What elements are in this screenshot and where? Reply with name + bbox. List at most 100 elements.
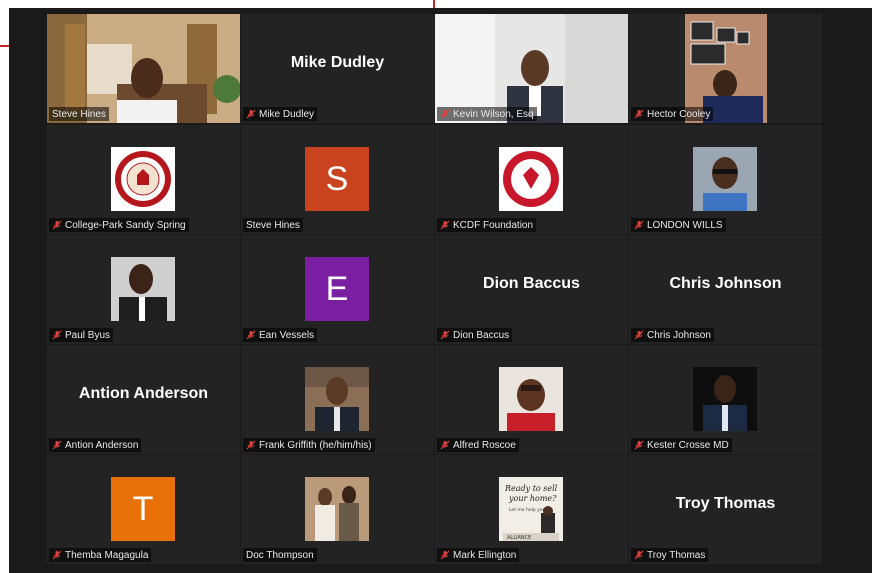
participant-tile[interactable]: E Ean Vessels [241, 235, 434, 344]
participant-name: Kester Crosse MD [647, 439, 729, 451]
profile-photo [499, 367, 563, 431]
participant-name: Troy Thomas [647, 549, 706, 561]
profile-photo [693, 367, 757, 431]
profile-photo: Ready to sell your home? Let me help you… [499, 477, 563, 541]
participant-tile[interactable]: Doc Thompson [241, 455, 434, 564]
mic-muted-icon [52, 440, 62, 450]
participant-display-name: Dion Baccus [483, 275, 580, 292]
participant-tile[interactable]: LONDON WILLS [629, 125, 822, 234]
participant-name: Alfred Roscoe [453, 439, 516, 451]
participant-tile[interactable]: T Themba Magagula [47, 455, 240, 564]
participant-tile[interactable]: Kester Crosse MD [629, 345, 822, 454]
mic-muted-icon [440, 440, 450, 450]
participant-display-name: Troy Thomas [675, 495, 776, 512]
realtor-line-3: Let me help you! [509, 507, 547, 513]
participant-name-tag: Doc Thompson [243, 548, 317, 562]
participant-name-tag: Steve Hines [49, 107, 109, 121]
profile-photo [305, 367, 369, 431]
participant-name: College-Park Sandy Spring [65, 219, 186, 231]
profile-photo [305, 477, 369, 541]
participant-tile[interactable]: Paul Byus [47, 235, 240, 344]
organization-logo [499, 147, 563, 211]
participant-name-tag: Hector Cooley [631, 107, 714, 121]
participant-tile[interactable]: Alfred Roscoe [435, 345, 628, 454]
participant-name: Steve Hines [246, 219, 300, 231]
participant-name: Steve Hines [52, 108, 106, 120]
mic-muted-icon [634, 550, 644, 560]
participant-name-tag: LONDON WILLS [631, 218, 726, 232]
mic-muted-icon [246, 330, 256, 340]
participant-name: Mike Dudley [259, 108, 315, 120]
avatar-letter: E [305, 257, 369, 321]
participant-name-tag: Antion Anderson [49, 438, 142, 452]
participant-tile[interactable]: Steve Hines [47, 14, 240, 123]
participant-name-tag: Steve Hines [243, 218, 303, 232]
mic-muted-icon [634, 109, 644, 119]
realtor-line-2: your home? [508, 494, 557, 503]
realtor-brand: ALLIANCE [507, 535, 531, 541]
participant-display-name: Mike Dudley [290, 54, 385, 71]
participant-tile[interactable]: Troy Thomas Troy Thomas [629, 455, 822, 564]
participant-tile[interactable]: Chris Johnson Chris Johnson [629, 235, 822, 344]
participant-name-tag: Troy Thomas [631, 548, 709, 562]
participant-name: Frank Griffith (he/him/his) [259, 439, 372, 451]
participant-tile[interactable]: Frank Griffith (he/him/his) [241, 345, 434, 454]
mic-muted-icon [634, 330, 644, 340]
participant-name: Mark Ellington [453, 549, 517, 561]
participant-tile[interactable]: Ready to sell your home? Let me help you… [435, 455, 628, 564]
participant-name-tag: Paul Byus [49, 328, 114, 342]
participant-name: Chris Johnson [647, 329, 711, 341]
participant-name-tag: Dion Baccus [437, 328, 513, 342]
participant-name: Doc Thompson [246, 549, 314, 561]
participant-name-tag: Alfred Roscoe [437, 438, 519, 452]
participant-name: Dion Baccus [453, 329, 510, 341]
mic-muted-icon [440, 109, 450, 119]
participant-tile[interactable]: Hector Cooley [629, 14, 822, 123]
avatar-letter: S [305, 147, 369, 211]
participant-name: Paul Byus [65, 329, 111, 341]
participant-tile[interactable]: Kevin Wilson, Esq [435, 14, 628, 123]
participant-name-tag: Ean Vessels [243, 328, 318, 342]
participant-name: LONDON WILLS [647, 219, 723, 231]
participant-name: Hector Cooley [647, 108, 711, 120]
participant-tile[interactable]: S Steve Hines [241, 125, 434, 234]
participant-name-tag: Kester Crosse MD [631, 438, 732, 452]
participant-name: KCDF Foundation [453, 219, 534, 231]
mic-muted-icon [440, 330, 450, 340]
realtor-line-1: Ready to sell [504, 484, 558, 493]
mic-muted-icon [440, 220, 450, 230]
mic-muted-icon [52, 550, 62, 560]
gallery-view: Steve Hines Mike Dudley Mike Dudley Kevi… [9, 8, 872, 573]
decorative-red-tick [433, 0, 435, 8]
participant-name-tag: Chris Johnson [631, 328, 714, 342]
participant-name-tag: Mark Ellington [437, 548, 520, 562]
participant-display-name: Chris Johnson [669, 275, 782, 292]
participant-name: Antion Anderson [65, 439, 139, 451]
participant-name: Themba Magagula [65, 549, 149, 561]
participant-name-tag: College-Park Sandy Spring [49, 218, 189, 232]
participant-name-tag: KCDF Foundation [437, 218, 537, 232]
participant-tile[interactable]: Mike Dudley Mike Dudley [241, 14, 434, 123]
participant-tile[interactable]: Antion Anderson Antion Anderson [47, 345, 240, 454]
profile-photo [693, 147, 757, 211]
participant-name-tag: Mike Dudley [243, 107, 318, 121]
participant-tile[interactable]: KCDF Foundation [435, 125, 628, 234]
participant-tile[interactable]: Dion Baccus Dion Baccus [435, 235, 628, 344]
mic-muted-icon [52, 330, 62, 340]
mic-muted-icon [246, 440, 256, 450]
participant-name-tag: Themba Magagula [49, 548, 152, 562]
mic-muted-icon [440, 550, 450, 560]
participant-display-name: Antion Anderson [78, 385, 209, 402]
avatar-letter: T [111, 477, 175, 541]
mic-muted-icon [246, 109, 256, 119]
profile-photo [111, 257, 175, 321]
mic-muted-icon [634, 220, 644, 230]
mic-muted-icon [634, 440, 644, 450]
participant-name: Ean Vessels [259, 329, 315, 341]
participant-name-tag: Frank Griffith (he/him/his) [243, 438, 375, 452]
participant-name: Kevin Wilson, Esq [453, 108, 534, 120]
participant-tile[interactable]: College-Park Sandy Spring [47, 125, 240, 234]
participant-name-tag: Kevin Wilson, Esq [437, 107, 537, 121]
organization-logo [111, 147, 175, 211]
mic-muted-icon [52, 220, 62, 230]
